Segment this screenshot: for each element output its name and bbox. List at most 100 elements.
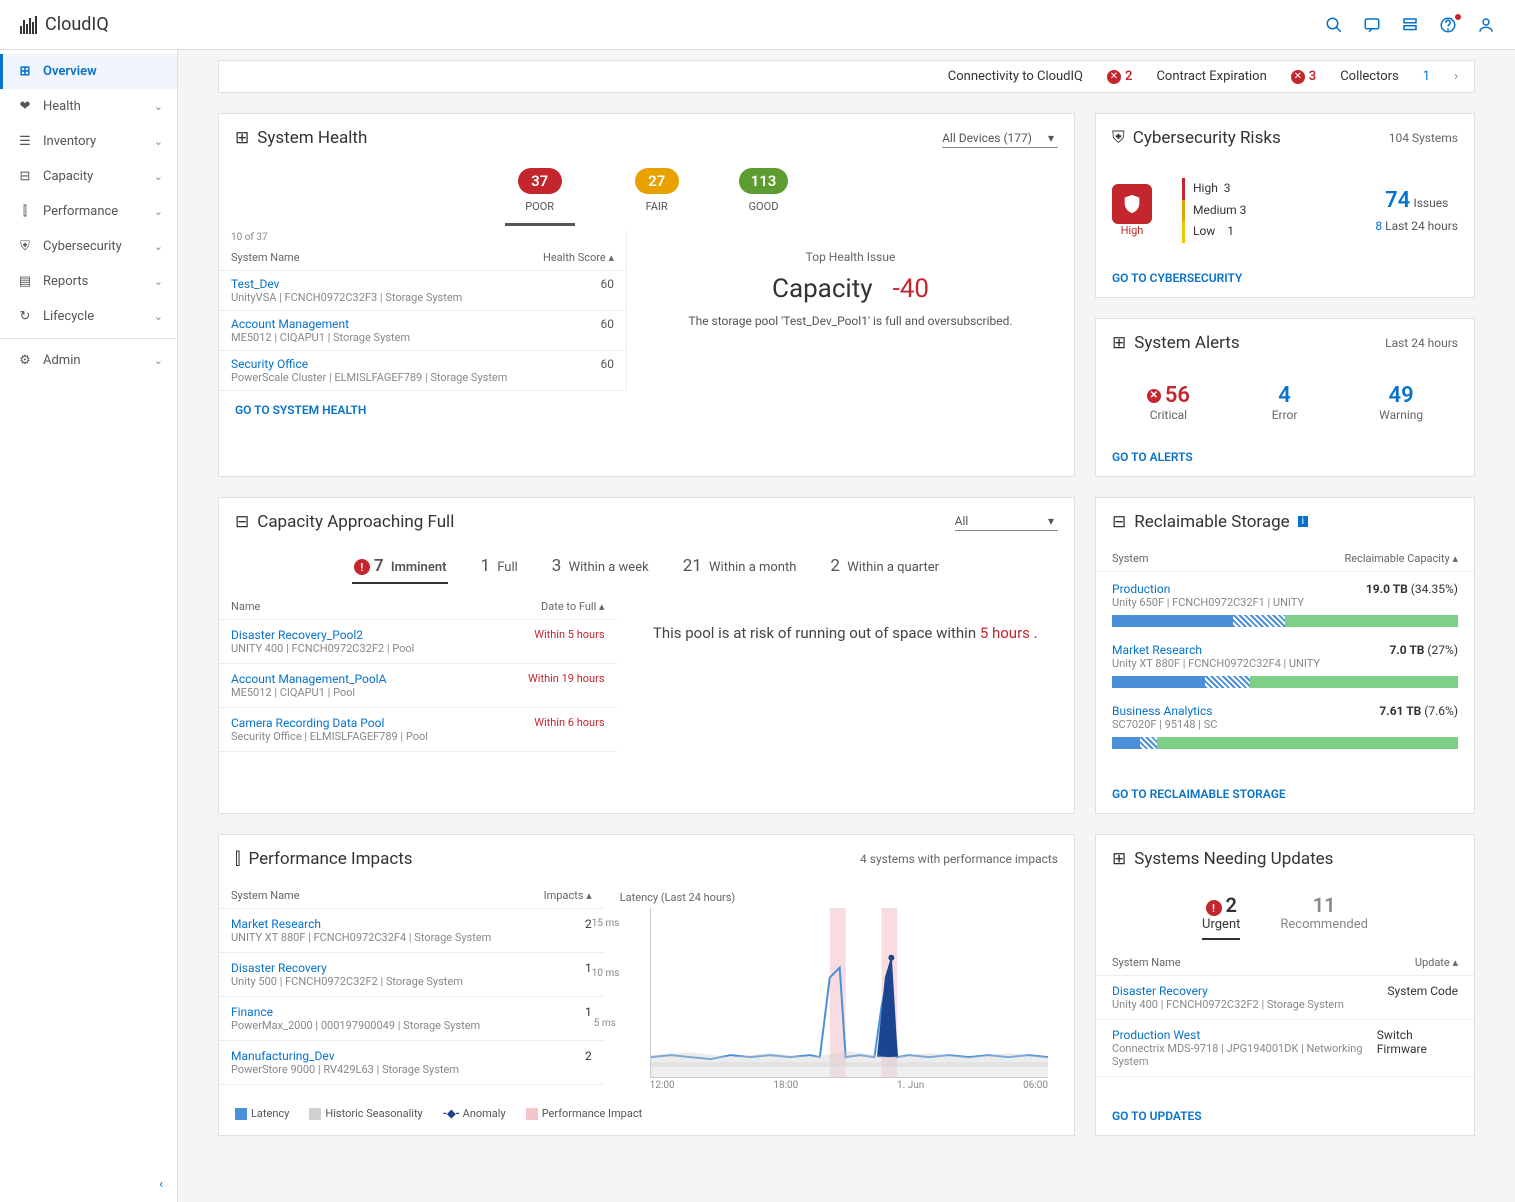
fair-pill[interactable]: 27FAIR [635, 168, 679, 226]
user-icon[interactable] [1477, 16, 1495, 34]
alerts-title: System Alerts [1134, 333, 1239, 353]
capacity-tab[interactable]: !7 Imminent [352, 550, 449, 584]
capacity-tab[interactable]: 21 Within a month [681, 550, 799, 584]
cyber-link[interactable]: GO TO CYBERSECURITY [1096, 259, 1474, 297]
table-row[interactable]: Disaster Recovery_Pool2UNITY 400 | FCNCH… [219, 620, 617, 664]
last24-count[interactable]: 8 [1375, 219, 1382, 233]
sidebar-item-capacity[interactable]: ⊟Capacity⌄ [0, 159, 177, 194]
table-row[interactable]: Production WestConnectrix MDS-9718 | JPG… [1096, 1020, 1474, 1077]
capacity-icon: ⊟ [235, 512, 249, 532]
reclaim-link[interactable]: GO TO RECLAIMABLE STORAGE [1096, 775, 1474, 813]
chat-icon[interactable] [1363, 16, 1381, 34]
capacity-card: ⊟ Capacity Approaching Full All ▾ !7 Immi… [218, 497, 1075, 814]
contract-count[interactable]: 3 [1309, 69, 1316, 84]
chevron-right-icon[interactable]: › [1454, 69, 1458, 84]
warning-alerts[interactable]: 49Warning [1379, 383, 1423, 422]
capacity-tab[interactable]: 3 Within a week [550, 550, 651, 584]
sidebar-collapse-button[interactable]: ‹ [0, 1167, 177, 1202]
x-tick: 18:00 [773, 1080, 798, 1091]
urgent-tab[interactable]: !2Urgent [1202, 893, 1240, 940]
list-item[interactable]: Production19.0 TB (34.35%)Unity 650F | F… [1112, 582, 1458, 627]
good-pill[interactable]: 113GOOD [739, 168, 789, 226]
nav-label: Health [43, 99, 81, 114]
col-name: System Name [1112, 956, 1181, 969]
table-row[interactable]: Camera Recording Data PoolSecurity Offic… [219, 708, 617, 752]
capacity-tab[interactable]: 2 Within a quarter [828, 550, 941, 584]
critical-alerts[interactable]: ✕56Critical [1147, 383, 1190, 422]
updates-link[interactable]: GO TO UPDATES [1096, 1097, 1474, 1135]
chevron-down-icon: ▾ [1048, 514, 1054, 528]
table-row[interactable]: Account Management_PoolAME5012 | CIQAPU1… [219, 664, 617, 708]
tasks-icon[interactable] [1401, 16, 1419, 34]
cybersecurity-card: ⛨Cybersecurity Risks 104 Systems High Hi… [1095, 113, 1475, 298]
sidebar-item-inventory[interactable]: ☰Inventory⌄ [0, 124, 177, 159]
chevron-down-icon: ⌄ [154, 310, 163, 323]
col-name: System Name [231, 889, 300, 902]
cyber-systems: 104 Systems [1389, 131, 1458, 145]
nav-icon: ▤ [17, 274, 33, 289]
latency-chart [650, 908, 1048, 1078]
system-health-link[interactable]: GO TO SYSTEM HEALTH [219, 391, 1074, 429]
sidebar-item-admin[interactable]: ⚙ Admin ⌄ [0, 343, 177, 378]
x-tick: 06:00 [1023, 1080, 1048, 1091]
sidebar-item-lifecycle[interactable]: ↻Lifecycle⌄ [0, 299, 177, 334]
issues-count[interactable]: 74 [1385, 188, 1410, 213]
legend-hist: Historic Seasonality [325, 1107, 422, 1120]
nav-label: Overview [43, 64, 97, 79]
table-row[interactable]: Disaster RecoveryUnity 500 | FCNCH0972C3… [219, 953, 604, 997]
storage-icon: ⊟ [1112, 512, 1126, 532]
collectors-count[interactable]: 1 [1423, 69, 1430, 84]
x-tick: 1. Jun [897, 1080, 924, 1091]
poor-pill[interactable]: 37POOR [505, 168, 575, 226]
sidebar-item-health[interactable]: ❤Health⌄ [0, 89, 177, 124]
sidebar-item-cybersecurity[interactable]: ⛨Cybersecurity⌄ [0, 229, 177, 264]
table-count: 10 of 37 [219, 230, 626, 245]
nav-icon: ⛨ [17, 239, 33, 254]
alerts-link[interactable]: GO TO ALERTS [1096, 438, 1474, 476]
nav-icon: ❤ [17, 99, 33, 114]
risk-time: 5 hours [980, 624, 1030, 642]
table-row[interactable]: Disaster RecoveryUnity 400 | FCNCH0972C3… [1096, 976, 1474, 1020]
sidebar-item-performance[interactable]: ⫿Performance⌄ [0, 194, 177, 229]
risk-msg: This pool is at risk of running out of s… [653, 624, 980, 642]
updates-icon: ⊞ [1112, 849, 1126, 869]
legend-anomaly: Anomaly [463, 1107, 506, 1120]
col-cap: Reclaimable Capacity [1344, 552, 1449, 565]
nav-icon: ⫿ [17, 204, 33, 219]
chevron-down-icon: ⌄ [154, 275, 163, 288]
table-row[interactable]: FinancePowerMax_2000 | 000197900049 | St… [219, 997, 604, 1041]
cyber-title: Cybersecurity Risks [1133, 128, 1281, 148]
list-item[interactable]: Business Analytics7.61 TB (7.6%)SC7020F … [1112, 704, 1458, 749]
table-row[interactable]: 60Account ManagementME5012 | CIQAPU1 | S… [219, 311, 626, 351]
nav-icon: ⊞ [17, 64, 33, 79]
alerts-subtitle: Last 24 hours [1385, 336, 1458, 350]
performance-card: ⫿Performance Impacts 4 systems with perf… [218, 834, 1075, 1136]
sidebar-item-overview[interactable]: ⊞ Overview [0, 54, 177, 89]
sidebar-item-reports[interactable]: ▤ Reports ⌄ [0, 264, 177, 299]
legend-impact: Performance Impact [542, 1107, 643, 1120]
capacity-title: Capacity Approaching Full [257, 512, 454, 532]
sidebar-admin-label: Admin [43, 353, 81, 368]
capacity-filter-select[interactable]: All ▾ [955, 512, 1058, 531]
device-filter-select[interactable]: All Devices (177)▾ [942, 129, 1058, 148]
chart-title: Latency (Last 24 hours) [620, 891, 1058, 904]
health-icon: ⊞ [235, 128, 249, 148]
search-icon[interactable] [1325, 16, 1343, 34]
perf-subtitle: 4 systems with performance impacts [860, 852, 1058, 866]
list-item[interactable]: Market Research7.0 TB (27%)Unity XT 880F… [1112, 643, 1458, 688]
error-icon: ✕ [1107, 70, 1121, 84]
help-icon[interactable] [1439, 16, 1457, 34]
table-row[interactable]: 60Test_DevUnityVSA | FCNCH0972C32F3 | St… [219, 271, 626, 311]
nav-label: Performance [43, 204, 118, 219]
info-icon[interactable]: i [1298, 516, 1308, 527]
nav-label: Reports [43, 274, 88, 289]
error-alerts[interactable]: 4Error [1272, 383, 1298, 422]
nav-icon: ⊟ [17, 169, 33, 184]
table-row[interactable]: Market ResearchUNITY XT 880F | FCNCH0972… [219, 909, 604, 953]
recommended-tab[interactable]: 11Recommended [1280, 893, 1368, 940]
capacity-tab[interactable]: 1 Full [478, 550, 519, 584]
col-update: Update [1415, 956, 1450, 969]
table-row[interactable]: Manufacturing_DevPowerStore 9000 | RV429… [219, 1041, 604, 1085]
table-row[interactable]: 60Security OfficePowerScale Cluster | EL… [219, 351, 626, 391]
connectivity-count[interactable]: 2 [1125, 69, 1132, 84]
